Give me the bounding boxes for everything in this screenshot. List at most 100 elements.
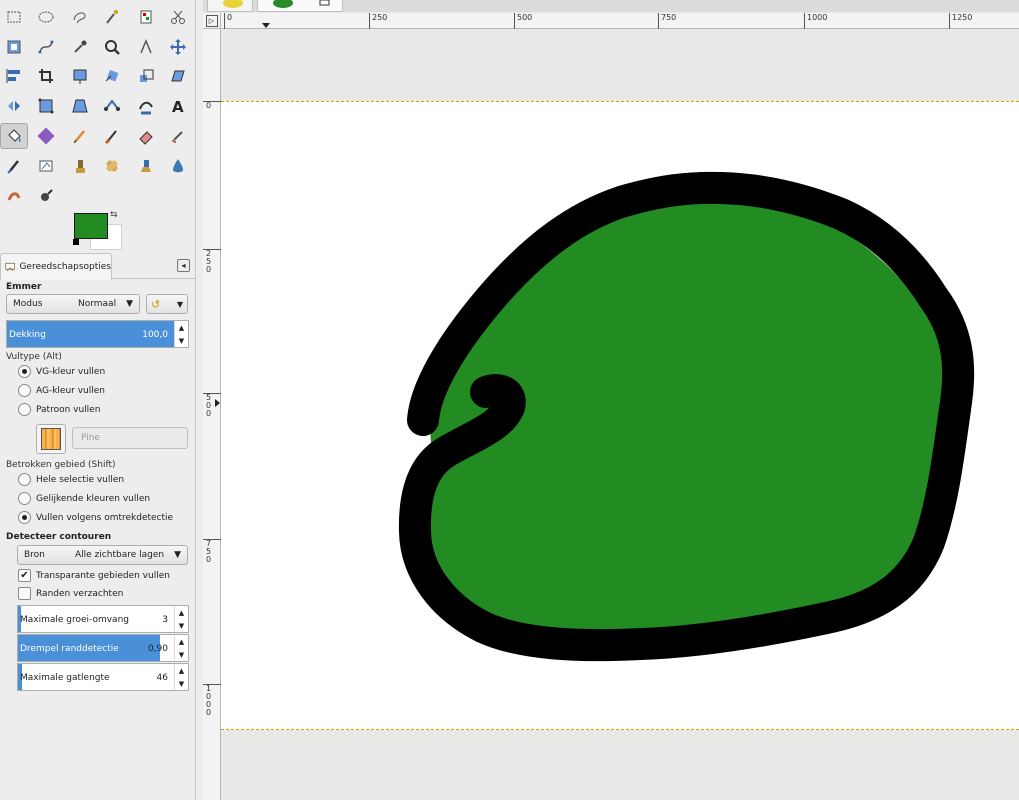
tool-blur-sharpen[interactable] (164, 153, 192, 179)
radio-area-similar[interactable]: Gelijkende kleuren vullen (18, 492, 150, 505)
quick-mask-toggle-icon[interactable]: ▷ (205, 14, 218, 27)
tool-rect-select[interactable] (0, 4, 28, 30)
up-arrow-icon: ▲ (178, 637, 185, 646)
mode-label: Modus (13, 299, 43, 309)
tool-ellipse-select[interactable] (32, 4, 60, 30)
h-ruler-tick: 0 (224, 13, 232, 29)
tool-foreground-select[interactable] (0, 34, 28, 60)
threshold-stepper[interactable]: ▲ ▼ (174, 635, 188, 661)
tool-clone[interactable] (66, 153, 94, 179)
tool-fuzzy-select[interactable] (98, 4, 126, 30)
threshold-spinscale[interactable]: Drempel randdetectie 0,90 ▲ ▼ (17, 634, 189, 662)
tool-color-picker[interactable] (66, 34, 94, 60)
tool-pencil[interactable] (66, 123, 94, 149)
max-grow-label: Maximale groei-omvang (20, 615, 129, 625)
tool-smudge[interactable] (0, 182, 28, 208)
free-select-icon (73, 12, 86, 24)
tool-heal[interactable] (98, 153, 126, 179)
tool-text[interactable]: A (164, 93, 192, 119)
handle-transform-icon (104, 99, 120, 111)
crop-icon (39, 69, 53, 83)
radio-fill-fg[interactable]: VG-kleur vullen (18, 365, 105, 378)
tool-unified-transform[interactable] (66, 63, 94, 89)
tool-airbrush[interactable] (164, 123, 192, 149)
tool-free-select[interactable] (66, 4, 94, 30)
tool-crop[interactable] (32, 63, 60, 89)
default-colors-icon[interactable] (72, 238, 82, 248)
chevron-down-icon: ▼ (126, 299, 133, 309)
up-arrow-icon: ▲ (178, 608, 185, 617)
opacity-spinscale[interactable]: Dekking 100,0 ▲ ▼ (6, 320, 189, 348)
down-arrow-icon: ▼ (178, 679, 185, 688)
tool-handle-transform[interactable] (98, 93, 126, 119)
ruler-corner[interactable]: ▷ (203, 13, 221, 29)
tool-bucket-fill[interactable] (0, 123, 28, 149)
tool-warp-transform[interactable] (132, 93, 160, 119)
pencil-icon (73, 130, 85, 144)
image-canvas[interactable] (221, 101, 1019, 730)
tool-paintbrush[interactable] (98, 123, 126, 149)
radio-area-selection[interactable]: Hele selectie vullen (18, 473, 124, 486)
tool-mypaint-brush[interactable] (32, 153, 60, 179)
color-picker-icon (74, 40, 87, 53)
tool-ink[interactable] (0, 153, 28, 179)
pattern-preview (41, 428, 61, 450)
foreground-color-swatch[interactable] (74, 213, 108, 239)
tool-measure[interactable] (132, 34, 160, 60)
tool-zoom[interactable] (98, 34, 126, 60)
tab-menu-button[interactable]: ◂ (177, 259, 190, 272)
vertical-ruler[interactable]: 0 250 500 750 1000 (203, 29, 221, 800)
tool-color-select[interactable] (132, 4, 160, 30)
v-ruler-tick: 250 (203, 249, 221, 274)
checkbox-antialias[interactable]: Randen verzachten (18, 587, 123, 600)
color-select-icon (140, 10, 152, 24)
align-icon (6, 69, 20, 83)
image-tab-1[interactable] (207, 0, 253, 12)
source-combo[interactable]: Bron Alle zichtbare lagen ▼ (17, 545, 188, 565)
tool-perspective-clone[interactable] (132, 153, 160, 179)
tool-scale[interactable] (132, 63, 160, 89)
mode-reset-combo[interactable]: ↺ ▼ (146, 294, 188, 314)
tool-dodge-burn[interactable] (32, 182, 60, 208)
paths-icon (38, 40, 54, 54)
radio-fill-pattern[interactable]: Patroon vullen (18, 403, 100, 416)
shear-icon (171, 70, 185, 82)
checkbox-box (18, 587, 31, 600)
max-grow-spinscale[interactable]: Maximale groei-omvang 3 ▲ ▼ (17, 605, 189, 633)
rotate-icon (105, 69, 119, 82)
radio-fill-bg[interactable]: AG-kleur vullen (18, 384, 105, 397)
pattern-button[interactable] (36, 424, 66, 454)
down-arrow-icon: ▼ (178, 650, 185, 659)
cage-transform-icon (38, 98, 54, 114)
horizontal-ruler[interactable]: 0 250 500 750 1000 1250 (221, 13, 1019, 29)
gimp-window: A ⇆ Gereedschapsopties ◂ Emmer Modus Nor… (0, 0, 1019, 800)
source-value: Alle zichtbare lagen (75, 550, 165, 560)
tool-align[interactable] (0, 63, 28, 89)
down-arrow-icon: ▼ (178, 621, 185, 630)
tool-paths[interactable] (32, 34, 60, 60)
clone-icon (76, 160, 85, 173)
radio-area-lineart[interactable]: Vullen volgens omtrekdetectie (18, 511, 173, 524)
max-grow-stepper[interactable]: ▲ ▼ (174, 606, 188, 632)
tab-tool-options-label: Gereedschapsopties (19, 262, 111, 272)
image-tab-2[interactable] (257, 0, 343, 12)
tool-gradient[interactable] (32, 123, 60, 149)
mode-combo[interactable]: Modus Normaal ▼ (6, 294, 140, 314)
tool-shear[interactable] (164, 63, 192, 89)
tab-tool-options[interactable]: Gereedschapsopties (0, 253, 112, 280)
tool-move[interactable] (164, 34, 192, 60)
tool-perspective[interactable] (66, 93, 94, 119)
max-gap-spinscale[interactable]: Maximale gatlengte 46 ▲ ▼ (17, 663, 189, 691)
tool-flip[interactable] (0, 93, 28, 119)
up-arrow-icon: ▲ (178, 666, 185, 675)
tool-rotate[interactable] (98, 63, 126, 89)
radio-circle (18, 492, 31, 505)
tool-scissors-select[interactable] (164, 4, 192, 30)
tool-cage-transform[interactable] (32, 93, 60, 119)
tool-eraser[interactable] (132, 123, 160, 149)
opacity-stepper[interactable]: ▲ ▼ (174, 321, 188, 347)
h-ruler-tick: 250 (369, 13, 387, 29)
checkbox-transparent[interactable]: ✔ Transparante gebieden vullen (18, 569, 170, 582)
swap-colors-icon[interactable]: ⇆ (110, 210, 118, 220)
max-gap-stepper[interactable]: ▲ ▼ (174, 664, 188, 690)
